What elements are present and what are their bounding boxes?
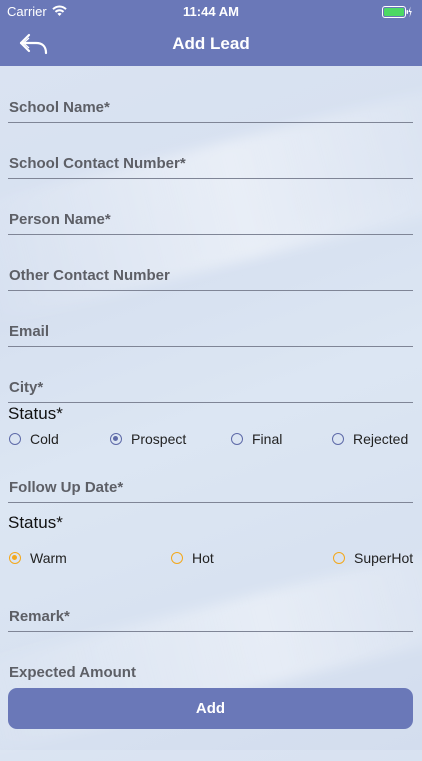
expected-amount-label: Expected Amount (9, 664, 136, 681)
person-name-label: Person Name* (9, 211, 111, 228)
radio-circle-icon (333, 552, 345, 564)
radio-label: Rejected (353, 431, 409, 447)
radio-circle-icon (9, 433, 21, 445)
school-contact-field[interactable]: School Contact Number* (8, 148, 413, 179)
school-name-label: School Name* (9, 99, 110, 116)
radio-label: Cold (30, 431, 59, 447)
follow-up-date-field[interactable]: Follow Up Date* (8, 472, 413, 503)
radio-circle-icon (231, 433, 243, 445)
radio-label: Prospect (131, 431, 187, 447)
radio-label: Hot (192, 550, 214, 566)
radio-label: Warm (30, 550, 67, 566)
other-contact-field[interactable]: Other Contact Number (8, 260, 413, 291)
other-contact-label: Other Contact Number (9, 267, 170, 284)
clock: 11:44 AM (183, 4, 239, 19)
navigation-bar: Add Lead (0, 22, 422, 66)
status-title: Status* (8, 404, 63, 423)
radio-circle-icon (171, 552, 183, 564)
radio-circle-icon (332, 433, 344, 445)
person-name-field[interactable]: Person Name* (8, 204, 413, 235)
page-title: Add Lead (172, 34, 250, 53)
radio-label: SuperHot (354, 550, 414, 566)
school-name-field[interactable]: School Name* (8, 92, 413, 123)
school-contact-label: School Contact Number* (9, 155, 186, 172)
radio-label: Final (252, 431, 283, 447)
email-label: Email (9, 323, 50, 340)
status-bar: Carrier 11:44 AM (0, 0, 422, 22)
city-field[interactable]: City* (8, 372, 413, 403)
city-label: City* (9, 379, 44, 396)
remark-label: Remark* (9, 608, 70, 625)
expected-amount-field[interactable]: Expected Amount (8, 657, 413, 687)
battery-icon (382, 5, 412, 23)
add-button[interactable]: Add (8, 688, 413, 729)
temperature-status-title: Status* (8, 513, 63, 532)
radio-selected-icon (110, 433, 122, 445)
email-field[interactable]: Email (8, 316, 413, 347)
remark-field[interactable]: Remark* (8, 601, 413, 632)
follow-up-date-label: Follow Up Date* (9, 479, 124, 496)
radio-selected-icon (9, 552, 21, 564)
